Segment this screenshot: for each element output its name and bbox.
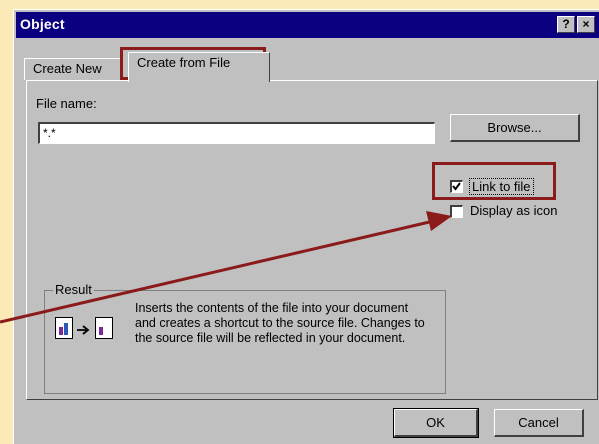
help-button[interactable]: ? (557, 16, 575, 33)
display-as-icon-checkbox[interactable] (450, 205, 463, 218)
close-button[interactable]: × (577, 16, 595, 33)
result-groupbox: Result Inserts the contents of the file … (44, 282, 446, 394)
tab-create-from-file[interactable]: Create from File (128, 52, 270, 82)
browse-button-label: Browse... (487, 120, 542, 135)
checkmark-icon (452, 182, 461, 191)
tab-create-new-label: Create New (33, 61, 102, 76)
result-title: Result (53, 282, 94, 297)
ok-button[interactable]: OK (393, 408, 479, 438)
file-name-input[interactable]: *.* (38, 122, 435, 144)
file-name-value: *.* (43, 126, 56, 140)
link-to-file-checkbox[interactable] (450, 180, 463, 193)
tab-create-from-file-label: Create from File (137, 55, 231, 70)
link-to-file-label[interactable]: Link to file (469, 178, 534, 195)
display-as-icon-label[interactable]: Display as icon (470, 203, 557, 218)
cancel-button-label: Cancel (518, 415, 559, 430)
linked-object-icon (55, 315, 125, 345)
arrow-right-icon (77, 325, 90, 335)
result-description: Inserts the contents of the file into yo… (135, 301, 425, 345)
file-name-label: File name: (36, 96, 97, 111)
title-bar[interactable]: Object ? × (16, 12, 599, 38)
object-dialog: Object ? × Create New Create from File F… (13, 9, 599, 444)
cancel-button[interactable]: Cancel (494, 409, 584, 437)
dialog-title: Object (20, 16, 65, 32)
tab-create-new[interactable]: Create New (24, 58, 122, 80)
browse-button[interactable]: Browse... (450, 114, 580, 142)
ok-button-label: OK (426, 415, 445, 430)
